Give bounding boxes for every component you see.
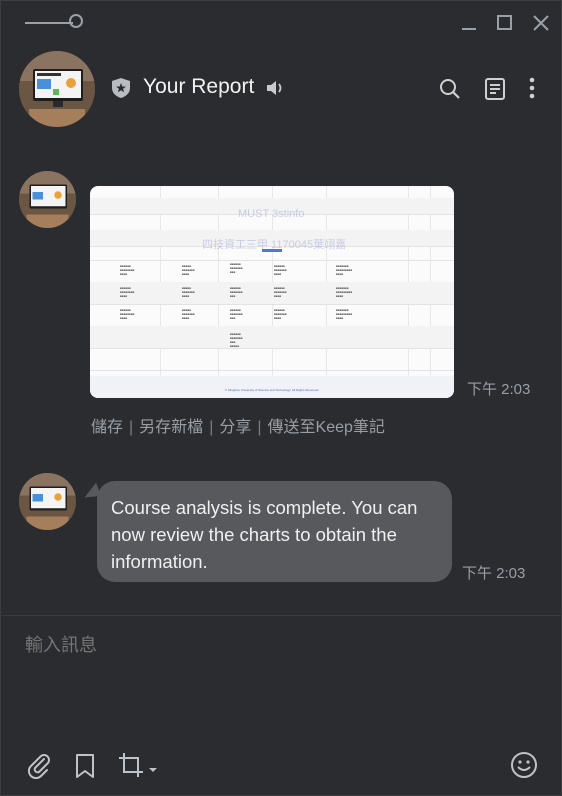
emoji-icon[interactable] (510, 751, 538, 779)
message-time: 下午 2:03 (467, 381, 531, 398)
image-watermark: MUST 3stinfo (238, 208, 305, 220)
chat-title: Your Report (143, 75, 255, 98)
bookmark-icon[interactable] (73, 752, 97, 780)
message-time: 下午 2:03 (462, 565, 526, 582)
paperclip-icon[interactable] (25, 751, 53, 780)
save-as-button[interactable]: 另存新檔 (139, 419, 203, 436)
speaker-icon[interactable] (264, 77, 286, 99)
maximize-icon[interactable] (493, 11, 517, 35)
share-button[interactable]: 分享 (219, 419, 251, 436)
more-vertical-icon[interactable] (527, 76, 537, 102)
chat-window: Your Report MUST 3stinfo 四技資工三甲 1170045葉… (0, 0, 562, 796)
slider-knob[interactable] (69, 14, 83, 28)
save-button[interactable]: 儲存 (91, 419, 123, 436)
crop-icon[interactable] (117, 751, 145, 779)
image-actions: 儲存 | 另存新檔 | 分享 | 傳送至Keep筆記 (91, 419, 385, 436)
chevron-down-icon[interactable] (148, 761, 158, 772)
shield-star-icon (109, 76, 133, 100)
sender-avatar[interactable] (19, 171, 76, 228)
sender-avatar[interactable] (19, 473, 76, 530)
send-to-keep-button[interactable]: 傳送至Keep筆記 (268, 419, 385, 436)
message-bubble[interactable]: Course analysis is complete. You can now… (97, 481, 452, 582)
slider-track[interactable] (25, 22, 73, 24)
close-icon[interactable] (529, 11, 553, 35)
report-image[interactable]: MUST 3stinfo 四技資工三甲 1170045葉翊嘉 ■■■■■■ ■■■… (90, 186, 454, 398)
notes-icon[interactable] (483, 76, 507, 102)
message-input[interactable] (23, 634, 527, 657)
image-footer: © Minghsin University of Science and Tec… (224, 388, 320, 392)
header-avatar[interactable] (19, 51, 95, 127)
minimize-icon[interactable] (457, 11, 481, 35)
composer-divider (1, 615, 561, 616)
search-icon[interactable] (438, 77, 462, 101)
